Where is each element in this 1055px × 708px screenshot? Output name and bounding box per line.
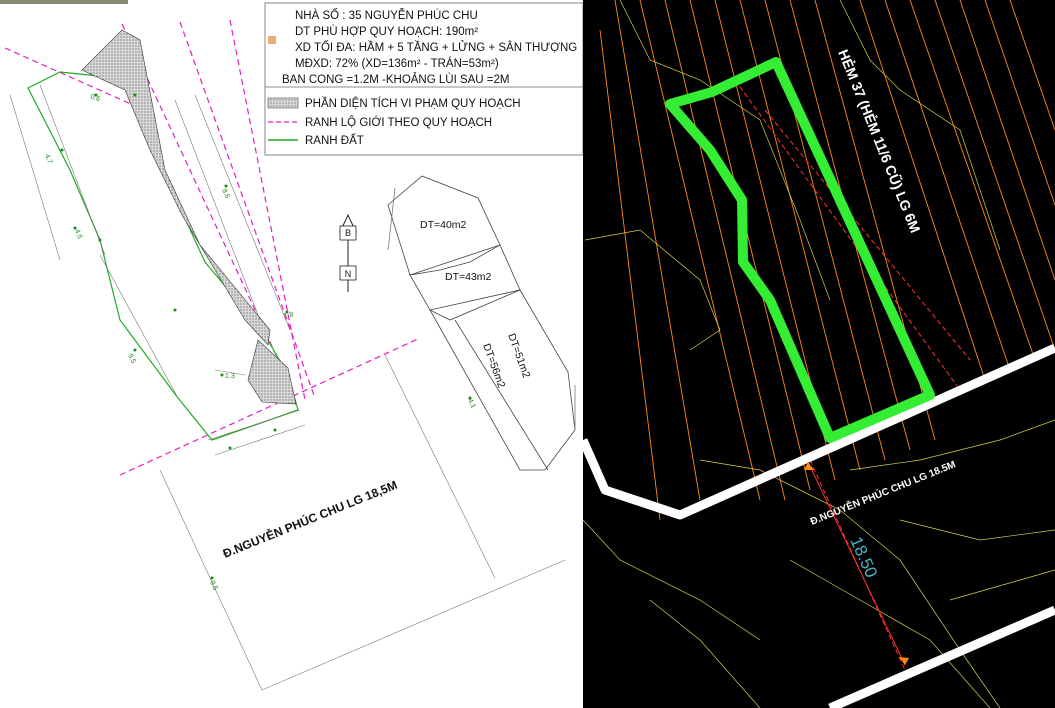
area-labels: DT=40m2 DT=43m2 DT=51m2 DT=56m2 [420, 219, 532, 390]
svg-text:4.7: 4.7 [43, 153, 53, 165]
site-plan-drawing: 0.6 4.7 4.5 9.5 8.6 1.8 1.3 4.1 9.5 B N [0, 0, 1055, 708]
svg-text:1.8: 1.8 [283, 311, 294, 320]
street-label: Đ.NGUYỄN PHÚC CHU LG 18,5M [221, 477, 400, 561]
legend-line-4: MĐXD: 72% (XD=136m² - TRÁN=53m²) [295, 57, 499, 70]
area-label-4: DT=56m2 [480, 342, 507, 390]
legend-line-2: DT PHÙ HỢP QUY HOẠCH: 190m² [295, 25, 478, 38]
north-arrow: B N [339, 213, 357, 292]
svg-text:4.1: 4.1 [466, 398, 477, 410]
legend-item-violation: PHẦN DIỆN TÍCH VI PHẠM QUY HOẠCH [305, 97, 521, 110]
svg-text:4.5: 4.5 [73, 228, 83, 240]
svg-text:9.5: 9.5 [126, 353, 137, 365]
hatch-swatch [267, 97, 299, 109]
legend-line-1: NHÀ SỐ : 35 NGUYỄN PHÚC CHU [295, 8, 478, 22]
violation-area [81, 29, 271, 346]
photo-strip [0, 0, 128, 4]
legend-box: NHÀ SỐ : 35 NGUYỄN PHÚC CHU DT PHÙ HỢP Q… [264, 2, 584, 156]
svg-text:1.3: 1.3 [225, 373, 235, 380]
area-label-2: DT=43m2 [445, 271, 492, 283]
subparcel-plan [387, 175, 576, 471]
svg-text:8.6: 8.6 [220, 188, 231, 200]
legend-item-boundary: RANH ĐẤT [305, 134, 364, 147]
violation-area-corner [247, 339, 297, 405]
north-label-top: B [345, 228, 351, 238]
area-label-1: DT=40m2 [420, 219, 467, 231]
legend-line-3: XD TỐI ĐA: HẦM + 5 TẦNG + LỬNG + SÂN THƯ… [295, 40, 577, 54]
legend-color-swatch [268, 36, 276, 44]
cad-map: 18.50 HẺM 37 (HẺM 11/6 CŨ) LG 6M Đ.NGUYỄ… [583, 0, 1055, 708]
legend-item-setback: RANH LỘ GIỚI THEO QUY HOẠCH [305, 116, 492, 129]
area-label-3: DT=51m2 [505, 332, 532, 380]
legend-line-5: BAN CONG =1.2M -KHOẢNG LÙI SAU =2M [282, 73, 510, 86]
north-label-bottom: N [345, 269, 352, 279]
svg-text:9.5: 9.5 [208, 580, 219, 592]
svg-text:0.6: 0.6 [89, 93, 101, 103]
